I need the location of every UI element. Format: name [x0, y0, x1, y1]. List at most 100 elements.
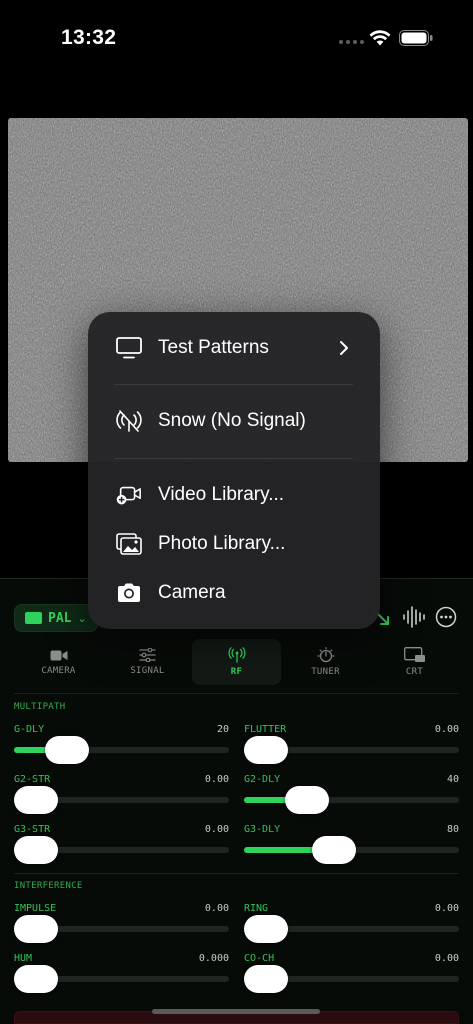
slider-value: 0.00 [434, 903, 459, 914]
menu-item-photo-library[interactable]: Photo Library... [88, 521, 380, 567]
monitor-icon [116, 335, 142, 361]
video-camera-icon [50, 650, 67, 660]
slider-label: RING [244, 903, 269, 914]
divider [14, 873, 459, 874]
slider-track[interactable] [14, 736, 229, 764]
antenna-slash-icon [116, 408, 142, 434]
section-title-multipath: MULTIPATH [14, 702, 66, 712]
tab-crt[interactable]: CRT [370, 639, 459, 685]
slider-impulse[interactable]: IMPULSE 0.00 [14, 903, 229, 953]
slider-thumb[interactable] [285, 786, 330, 814]
chevron-right-icon [340, 341, 348, 355]
slider-label: G2-DLY [244, 774, 281, 785]
video-standard-label: PAL [48, 610, 72, 626]
menu-separator [114, 384, 353, 385]
slider-label: G3-STR [14, 824, 51, 835]
slider-g3-str[interactable]: G3-STR 0.00 [14, 824, 229, 874]
slider-value: 80 [446, 824, 459, 835]
tab-label: RF [230, 667, 243, 677]
slider-thumb[interactable] [244, 736, 288, 764]
slider-hum[interactable]: HUM 0.000 [14, 953, 229, 1003]
cellular-signal-icon [339, 40, 364, 44]
tab-tuner[interactable]: TUNER [281, 639, 370, 685]
menu-item-label: Camera [158, 582, 226, 603]
slider-co-ch[interactable]: CO-CH 0.00 [244, 953, 459, 1003]
antenna-icon [228, 647, 245, 663]
video-standard-selector[interactable]: PAL ⌄ [14, 604, 98, 632]
divider [14, 693, 459, 694]
slider-value: 0.000 [198, 953, 229, 964]
slider-thumb[interactable] [244, 965, 288, 993]
source-menu: Test Patterns Snow (No Signal) Video Lib… [88, 312, 380, 629]
menu-item-label: Photo Library... [158, 533, 286, 554]
slider-track[interactable] [14, 915, 229, 943]
slider-track[interactable] [244, 786, 459, 814]
slider-ring[interactable]: RING 0.00 [244, 903, 459, 953]
tab-camera[interactable]: CAMERA [14, 639, 103, 685]
slider-track[interactable] [14, 965, 229, 993]
home-indicator[interactable] [152, 1009, 320, 1014]
menu-item-video-library[interactable]: Video Library... [88, 472, 380, 518]
waveform-icon[interactable] [402, 606, 426, 628]
slider-value: 20 [216, 724, 229, 735]
menu-separator [114, 458, 353, 459]
slider-g-dly[interactable]: G-DLY 20 [14, 724, 229, 774]
slider-track[interactable] [14, 836, 229, 864]
tv-icon [25, 612, 42, 624]
slider-g2-dly[interactable]: G2-DLY 40 [244, 774, 459, 824]
slider-track[interactable] [14, 786, 229, 814]
slider-g2-str[interactable]: G2-STR 0.00 [14, 774, 229, 824]
tab-label: CRT [405, 667, 424, 677]
dial-icon [316, 647, 335, 663]
camera-icon [116, 580, 142, 606]
video-add-icon [116, 482, 142, 508]
slider-thumb[interactable] [44, 736, 89, 764]
tab-label: CAMERA [41, 665, 76, 676]
control-panel: PAL ⌄ CAMERA SIGNAL RF TUNER CRT MULTIPA… [0, 578, 473, 1024]
menu-item-camera[interactable]: Camera [88, 570, 380, 616]
tab-label: TUNER [311, 667, 340, 677]
slider-thumb[interactable] [14, 915, 58, 943]
slider-value: 0.00 [204, 903, 229, 914]
menu-item-label: Test Patterns [158, 337, 269, 358]
slider-flutter[interactable]: FLUTTER 0.00 [244, 724, 459, 774]
tab-bar: CAMERA SIGNAL RF TUNER CRT [14, 639, 459, 685]
tab-rf[interactable]: RF [192, 639, 281, 685]
slider-value: 40 [446, 774, 459, 785]
slider-thumb[interactable] [244, 915, 288, 943]
slider-value: 0.00 [204, 774, 229, 785]
battery-icon [399, 30, 433, 46]
menu-item-label: Video Library... [158, 484, 285, 505]
tab-label: SIGNAL [130, 666, 165, 676]
slider-thumb[interactable] [14, 836, 58, 864]
photo-library-icon [116, 531, 142, 557]
slider-label: IMPULSE [14, 903, 57, 914]
slider-label: G2-STR [14, 774, 51, 785]
slider-label: G-DLY [14, 724, 45, 735]
status-time: 13:32 [61, 26, 117, 49]
tab-signal[interactable]: SIGNAL [103, 639, 192, 685]
slider-thumb[interactable] [312, 836, 357, 864]
slider-value: 0.00 [434, 724, 459, 735]
slider-track[interactable] [244, 915, 459, 943]
chevron-down-icon: ⌄ [77, 612, 87, 625]
slider-label: HUM [14, 953, 33, 964]
slider-thumb[interactable] [14, 786, 58, 814]
more-options-icon[interactable] [435, 606, 457, 628]
sliders-icon [139, 648, 156, 662]
menu-item-snow[interactable]: Snow (No Signal) [88, 398, 380, 444]
slider-track[interactable] [244, 736, 459, 764]
slider-thumb[interactable] [14, 965, 58, 993]
menu-item-test-patterns[interactable]: Test Patterns [88, 325, 380, 371]
slider-track[interactable] [244, 836, 459, 864]
slider-g3-dly[interactable]: G3-DLY 80 [244, 824, 459, 874]
menu-item-label: Snow (No Signal) [158, 410, 306, 431]
status-bar: 13:32 [0, 0, 473, 70]
slider-value: 0.00 [434, 953, 459, 964]
slider-label: FLUTTER [244, 724, 287, 735]
wifi-icon [369, 30, 391, 46]
crt-icon [403, 647, 425, 662]
section-title-interference: INTERFERENCE [14, 881, 83, 891]
slider-label: G3-DLY [244, 824, 281, 835]
slider-track[interactable] [244, 965, 459, 993]
